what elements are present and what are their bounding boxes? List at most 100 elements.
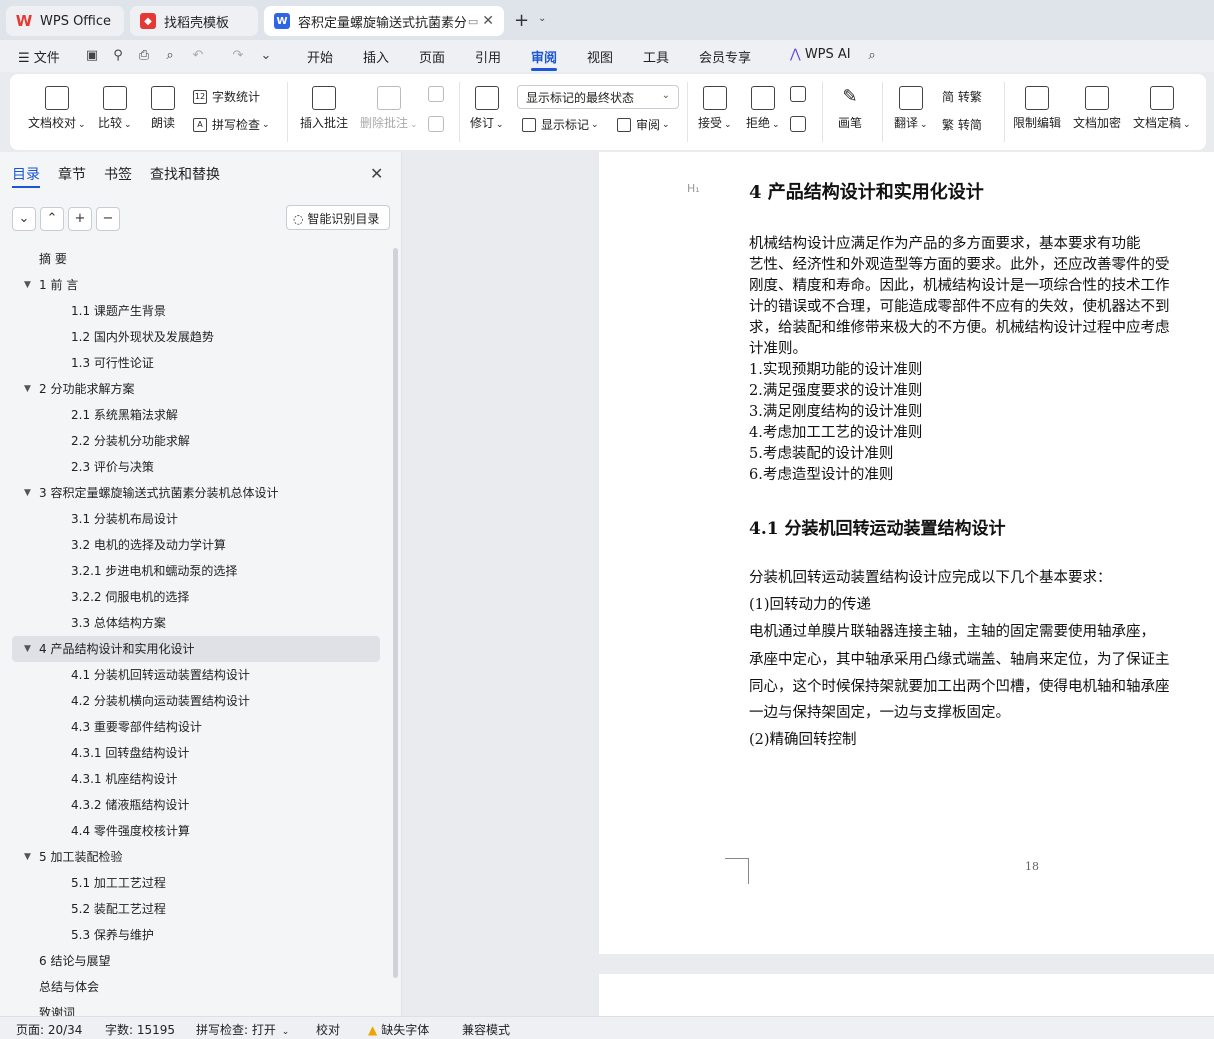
chevron-down-icon[interactable]: ⌄ [538,13,546,24]
toc-item[interactable]: 4.3.2 储液瓶结构设计 [0,792,392,818]
markup-state-select[interactable]: 显示标记的最终状态 ⌄ [517,85,679,109]
toc-item[interactable]: 4.3.1 回转盘结构设计 [0,740,392,766]
tab-find-replace[interactable]: 查找和替换 [150,164,220,190]
translate-button[interactable]: 翻译 ⌄ [894,86,928,131]
redo-icon[interactable]: ↷ [230,48,246,64]
prev-change-button[interactable] [790,86,806,106]
toc-item[interactable]: 2.2 分装机分功能求解 [0,428,392,454]
toc-item[interactable]: ▼ 5 加工装配检验 [0,844,392,870]
toc-item[interactable]: 4.3.1 机座结构设计 [0,766,392,792]
menu-insert[interactable]: 插入 [363,47,389,66]
toc-item[interactable]: 3.2 电机的选择及动力学计算 [0,532,392,558]
to-traditional-button[interactable]: 简 转繁 [942,88,982,105]
toc-item[interactable]: 3.2.1 步进电机和蠕动泵的选择 [0,558,392,584]
toc-item[interactable]: 1.3 可行性论证 [0,350,392,376]
reject-button[interactable]: 拒绝 ⌄ [746,86,780,131]
print-preview-icon[interactable]: ⌕ [162,48,178,64]
tab-document[interactable]: W 容积定量螺旋输送式抗菌素分 ▭ ✕ [264,6,504,36]
menu-reference[interactable]: 引用 [475,47,501,66]
toc-item[interactable]: ▼ 2 分功能求解方案 [0,376,392,402]
scrollbar[interactable] [393,248,398,978]
proofread-button[interactable]: 文档校对 ⌄ [28,86,86,131]
read-aloud-button[interactable]: 朗读 [151,86,175,131]
add-heading-button[interactable]: + [68,207,92,231]
close-icon[interactable]: ✕ [370,164,383,183]
collapse-all-button[interactable]: ⌄ [12,207,36,231]
to-simplified-button[interactable]: 繁 转简 [942,116,982,133]
toc-item[interactable]: 5.3 保养与维护 [0,922,392,948]
toc-item[interactable]: 5.1 加工工艺过程 [0,870,392,896]
menu-member[interactable]: 会员专享 [699,47,751,66]
expand-toggle-icon[interactable]: ▼ [24,844,31,870]
toc-item[interactable]: 6 结论与展望 [0,948,392,974]
toc-item[interactable]: 5.2 装配工艺过程 [0,896,392,922]
revise-button[interactable]: 修订 ⌄ [470,86,504,131]
word-count-button[interactable]: 12 字数统计 [193,88,260,105]
toc-item[interactable]: 2.1 系统黑箱法求解 [0,402,392,428]
expand-toggle-icon[interactable]: ▼ [24,636,31,662]
proof-status[interactable]: 校对 [316,1021,340,1038]
smart-toc-button[interactable]: ◌ 智能识别目录 [286,205,390,230]
close-icon[interactable]: ✕ [482,13,494,29]
word-count[interactable]: 字数: 15195 [105,1021,175,1038]
toc-item[interactable]: 4.3 重要零部件结构设计 [0,714,392,740]
toc-item[interactable]: 4.4 零件强度校核计算 [0,818,392,844]
review-pane-button[interactable]: 审阅 ⌄ [617,116,670,133]
tab-bookmarks[interactable]: 书签 [104,164,132,190]
menu-tools[interactable]: 工具 [643,47,669,66]
toc-item[interactable]: 致谢词 [0,1000,392,1016]
toc-item[interactable]: 3.3 总体结构方案 [0,610,392,636]
undo-icon[interactable]: ↶ [190,48,206,64]
menu-page[interactable]: 页面 [419,47,445,66]
remove-heading-button[interactable]: − [96,207,120,231]
expand-toggle-icon[interactable]: ▼ [24,480,31,506]
toc-item[interactable]: 4.2 分装机横向运动装置结构设计 [0,688,392,714]
search-icon[interactable]: ⌕ [864,48,880,64]
toc-item[interactable]: 3.2.2 伺服电机的选择 [0,584,392,610]
chapter-heading[interactable]: 4 产品结构设计和实用化设计 [749,178,984,204]
menu-review[interactable]: 审阅 [531,47,557,66]
toc-item[interactable]: ▼ 4 产品结构设计和实用化设计 [12,636,380,662]
toc-item[interactable]: 3.1 分装机布局设计 [0,506,392,532]
print-icon[interactable]: ⎙ [136,48,152,64]
tab-wps-office[interactable]: W WPS Office [6,6,124,36]
prev-comment-button[interactable] [428,86,444,106]
menu-start[interactable]: 开始 [307,47,333,66]
restrict-edit-button[interactable]: 限制编辑 [1013,86,1061,131]
toc-item[interactable]: 摘 要 [0,246,392,272]
compare-button[interactable]: 比较 ⌄ [98,86,132,131]
wps-ai-button[interactable]: ⋀ WPS AI [790,47,851,62]
section-heading[interactable]: 4.1 分装机回转运动装置结构设计 [749,514,1006,539]
page-indicator[interactable]: 页面: 20/34 [16,1021,82,1038]
accept-button[interactable]: 接受 ⌄ [698,86,732,131]
expand-toggle-icon[interactable]: ▼ [24,376,31,402]
chevron-down-icon[interactable]: ⌄ [258,48,274,64]
tab-sections[interactable]: 章节 [58,164,86,190]
toc-item[interactable]: ▼ 3 容积定量螺旋输送式抗菌素分装机总体设计 [0,480,392,506]
missing-font-status[interactable]: ▲ 缺失字体 [368,1021,429,1038]
file-menu[interactable]: ☰ 文件 [18,47,60,66]
expand-up-button[interactable]: ⌃ [40,207,64,231]
toc-item[interactable]: 4.1 分装机回转运动装置结构设计 [0,662,392,688]
insert-comment-button[interactable]: 插入批注 [300,86,348,131]
tab-template[interactable]: ◆ 找稻壳模板 [130,6,258,36]
encrypt-button[interactable]: 文档加密 [1073,86,1121,131]
delete-comment-button[interactable]: 删除批注 ⌄ [360,86,418,131]
toc-item[interactable]: 总结与体会 [0,974,392,1000]
menu-view[interactable]: 视图 [587,47,613,66]
finalize-button[interactable]: 文档定稿 ⌄ [1133,86,1191,131]
next-comment-button[interactable] [428,116,444,136]
new-tab-button[interactable]: + [514,10,529,31]
next-change-button[interactable] [790,116,806,136]
expand-toggle-icon[interactable]: ▼ [24,272,31,298]
show-markup-button[interactable]: 显示标记 ⌄ [522,116,599,133]
toc-item[interactable]: 2.3 评价与决策 [0,454,392,480]
toc-item[interactable]: 1.2 国内外现状及发展趋势 [0,324,392,350]
save-icon[interactable]: ▣ [84,48,100,64]
share-icon[interactable]: ⚲ [110,48,126,64]
pen-button[interactable]: ✎ 画笔 [838,86,862,131]
spell-check-button[interactable]: A 拼写检查 ⌄ [193,116,270,133]
toc-item[interactable]: 1.1 课题产生背景 [0,298,392,324]
toc-item[interactable]: ▼ 1 前 言 [0,272,392,298]
spell-check-status[interactable]: 拼写检查: 打开 ⌄ [196,1021,289,1038]
